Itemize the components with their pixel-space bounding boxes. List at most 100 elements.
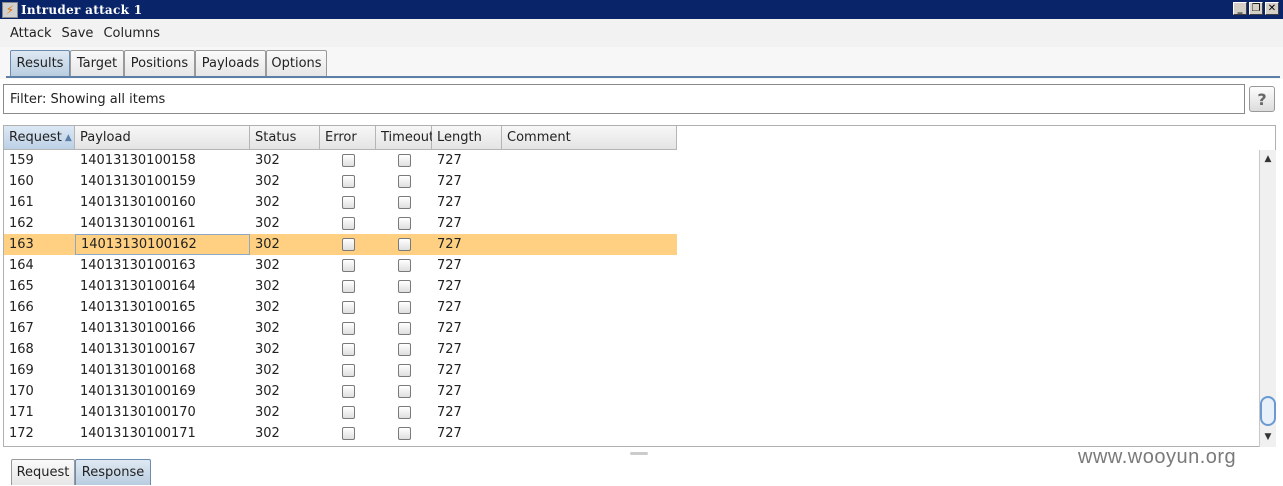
column-header-status[interactable]: Status [250, 126, 320, 150]
menu-save[interactable]: Save [57, 26, 99, 41]
scroll-thumb[interactable] [1260, 396, 1276, 426]
checkbox[interactable] [397, 322, 411, 335]
checkbox[interactable] [397, 385, 411, 398]
cell-payload: 14013130100170 [80, 405, 196, 420]
minimize-button[interactable]: _ [1233, 2, 1247, 15]
tab-options[interactable]: Options [266, 50, 327, 76]
cell-comment [502, 423, 677, 444]
cell-status: 302 [255, 195, 280, 210]
cell-error [320, 171, 376, 192]
table-row[interactable]: 171 14013130100170 302 727 [4, 402, 677, 423]
checkbox[interactable] [397, 175, 411, 188]
checkbox[interactable] [397, 217, 411, 230]
checkbox[interactable] [397, 259, 411, 272]
tab-positions[interactable]: Positions [124, 50, 195, 76]
table-row[interactable]: 162 14013130100161 302 727 [4, 213, 677, 234]
checkbox[interactable] [341, 280, 355, 293]
filter-label: Filter: Showing all items [10, 91, 166, 107]
table-row[interactable]: 167 14013130100166 302 727 [4, 318, 677, 339]
help-button[interactable]: ? [1249, 86, 1275, 112]
table-row[interactable]: 172 14013130100171 302 727 [4, 423, 677, 444]
cell-status: 302 [255, 216, 280, 231]
cell-payload: 14013130100167 [80, 342, 196, 357]
title-bar: ⚡ Intruder attack 1 _ ❐ ✕ [0, 0, 1283, 19]
column-header-payload[interactable]: Payload [75, 126, 250, 150]
cell-status: 302 [255, 342, 280, 357]
checkbox[interactable] [397, 238, 411, 251]
table-row[interactable]: 170 14013130100169 302 727 [4, 381, 677, 402]
column-header-request[interactable]: Request ▲ [4, 126, 75, 150]
menu-attack[interactable]: Attack [5, 26, 57, 41]
cell-request: 164 [9, 258, 34, 273]
checkbox[interactable] [397, 406, 411, 419]
table-row[interactable]: 169 14013130100168 302 727 [4, 360, 677, 381]
checkbox[interactable] [341, 259, 355, 272]
checkbox[interactable] [341, 154, 355, 167]
cell-comment [502, 402, 677, 423]
cell-status: 302 [255, 426, 280, 441]
cell-error [320, 402, 376, 423]
table-row[interactable]: 164 14013130100163 302 727 [4, 255, 677, 276]
table-row[interactable]: 159 14013130100158 302 727 [4, 150, 677, 171]
cell-error [320, 297, 376, 318]
tab-request[interactable]: Request [11, 459, 75, 485]
table-row[interactable]: 168 14013130100167 302 727 [4, 339, 677, 360]
cell-length: 727 [437, 279, 462, 294]
cell-payload: 14013130100159 [80, 174, 196, 189]
table-body: 159 14013130100158 302 727 160 14013130100159… [4, 150, 677, 444]
table-row[interactable]: 161 14013130100160 302 727 [4, 192, 677, 213]
cell-length: 727 [437, 363, 462, 378]
sort-ascending-icon: ▲ [64, 132, 72, 143]
checkbox[interactable] [341, 364, 355, 377]
checkbox[interactable] [341, 385, 355, 398]
filter-bar[interactable]: Filter: Showing all items [3, 84, 1245, 114]
checkbox[interactable] [341, 322, 355, 335]
checkbox[interactable] [397, 196, 411, 209]
cell-comment [502, 339, 677, 360]
table-row[interactable]: 166 14013130100165 302 727 [4, 297, 677, 318]
scroll-up-icon[interactable]: ▲ [1262, 152, 1274, 166]
tab-payloads[interactable]: Payloads [195, 50, 266, 76]
scroll-down-icon[interactable]: ▼ [1262, 430, 1274, 444]
column-header-length[interactable]: Length [432, 126, 502, 150]
checkbox[interactable] [341, 301, 355, 314]
checkbox[interactable] [341, 217, 355, 230]
checkbox[interactable] [341, 427, 355, 440]
checkbox[interactable] [397, 301, 411, 314]
column-header-timeout[interactable]: Timeout [376, 126, 434, 150]
checkbox[interactable] [341, 406, 355, 419]
cell-length: 727 [437, 321, 462, 336]
cell-error [320, 213, 376, 234]
cell-payload: 14013130100163 [80, 258, 196, 273]
checkbox[interactable] [397, 343, 411, 356]
checkbox[interactable] [397, 364, 411, 377]
checkbox[interactable] [397, 154, 411, 167]
restore-button[interactable]: ❐ [1249, 2, 1263, 15]
checkbox[interactable] [341, 238, 355, 251]
checkbox[interactable] [397, 427, 411, 440]
tab-target[interactable]: Target [70, 50, 124, 76]
table-row[interactable]: 163 14013130100162 302 727 [4, 234, 677, 255]
checkbox[interactable] [341, 196, 355, 209]
tab-response[interactable]: Response [75, 459, 151, 485]
checkbox[interactable] [341, 175, 355, 188]
vertical-scrollbar[interactable]: ▲ ▼ [1259, 150, 1276, 447]
column-header-label: Request [9, 130, 62, 145]
column-header-comment[interactable]: Comment [502, 126, 677, 150]
checkbox[interactable] [397, 280, 411, 293]
cell-payload: 14013130100160 [80, 195, 196, 210]
checkbox[interactable] [341, 343, 355, 356]
menu-columns[interactable]: Columns [98, 26, 165, 41]
cell-length: 727 [437, 237, 462, 252]
table-row[interactable]: 165 14013130100164 302 727 [4, 276, 677, 297]
tab-results[interactable]: Results [10, 50, 70, 76]
cell-error [320, 192, 376, 213]
cell-comment [502, 318, 677, 339]
split-pane-handle[interactable] [630, 452, 648, 455]
table-row[interactable]: 160 14013130100159 302 727 [4, 171, 677, 192]
cell-error [320, 360, 376, 381]
close-button[interactable]: ✕ [1265, 2, 1279, 15]
column-header-error[interactable]: Error [320, 126, 376, 150]
cell-comment [502, 381, 677, 402]
table-header: Request ▲ Payload Status Error Timeout L… [4, 126, 677, 150]
